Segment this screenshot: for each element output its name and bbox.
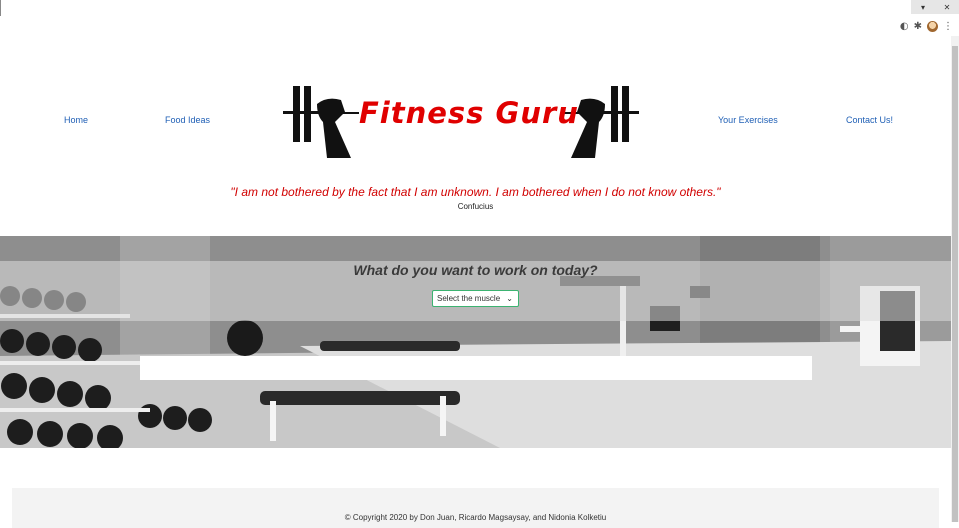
extension-icon[interactable]: ◐ [900, 21, 909, 32]
nav-contact-link[interactable]: Contact Us! [846, 115, 893, 125]
muscle-select-dropdown[interactable]: Select the muscle ⌄ [432, 290, 519, 307]
menu-dots-icon[interactable]: ⋮ [943, 21, 953, 32]
muscle-select-value: Select the muscle [437, 294, 501, 303]
page-footer: © Copyright 2020 by Don Juan, Ricardo Ma… [12, 488, 939, 528]
scrollbar-thumb[interactable] [952, 46, 958, 522]
quote-text: "I am not bothered by the fact that I am… [230, 185, 721, 199]
hero-title: What do you want to work on today? [353, 262, 598, 278]
extensions-row: ◐ ✱ ⋮ [900, 19, 953, 33]
logo-text: Fitness Guru [359, 96, 579, 130]
chevron-down-icon: ⌄ [506, 294, 513, 303]
browser-toolbar: ▾ ✕ ◐ ✱ ⋮ [0, 0, 959, 36]
exercise-results-box [140, 356, 812, 380]
footer-copyright: © Copyright 2020 by Don Juan, Ricardo Ma… [344, 513, 607, 522]
window-controls: ▾ ✕ [911, 0, 959, 14]
gym-hero-section: What do you want to work on today? Selec… [0, 236, 951, 448]
puzzle-icon[interactable]: ✱ [914, 21, 922, 32]
nav-your-exercises-link[interactable]: Your Exercises [718, 115, 778, 125]
page-scrollbar[interactable] [951, 36, 959, 522]
nav-home-link[interactable]: Home [64, 115, 88, 125]
window-edge [0, 0, 1, 16]
profile-avatar[interactable] [927, 20, 938, 32]
restore-button[interactable]: ▾ [911, 0, 935, 14]
quote-author: Confucius [457, 202, 494, 211]
close-button[interactable]: ✕ [935, 0, 959, 14]
nav-food-ideas-link[interactable]: Food Ideas [165, 115, 210, 125]
fitness-guru-logo[interactable]: Fitness Guru [283, 82, 639, 160]
